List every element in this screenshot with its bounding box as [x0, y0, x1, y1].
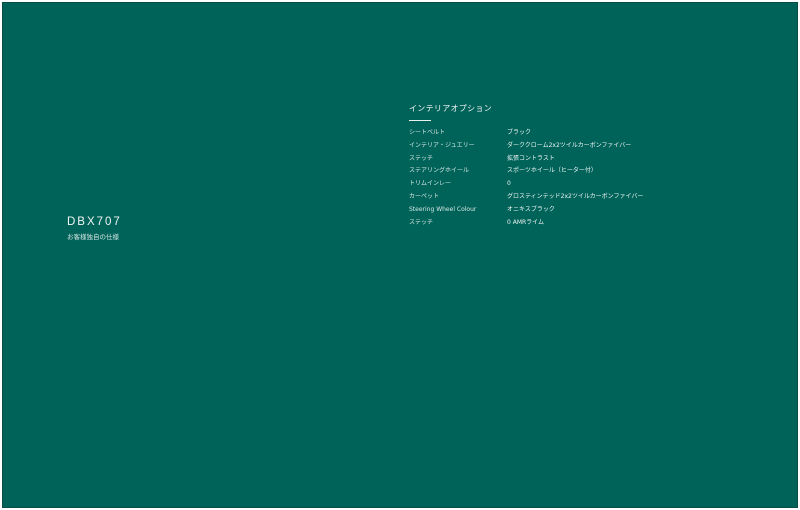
table-row: ステアリングホイール スポーツホイール（ヒーター付） — [409, 165, 643, 178]
option-value: 拡張コントラスト — [507, 154, 555, 162]
table-row: シートベルト ブラック — [409, 127, 643, 140]
option-value: ブラック — [507, 129, 532, 136]
table-row: Steering Wheel Colour オニキスブラック — [409, 204, 643, 217]
option-value: 0 AMRライム — [507, 218, 545, 226]
option-value: ダーククローム2x2ツイルカーボンファイバー — [507, 141, 632, 149]
option-label: トリムインレー — [409, 180, 452, 188]
option-label: ステアリングホイール — [409, 167, 470, 175]
table-row: トリムインレー 0 — [409, 178, 643, 191]
model-subtitle: お客様独自の仕様 — [67, 233, 119, 241]
interior-options-title: インテリアオプション — [409, 104, 492, 113]
table-row: ステッチ 拡張コントラスト — [409, 153, 643, 166]
specification-page: DBX707 お客様独自の仕様 インテリアオプション シートベルト ブラック イ… — [2, 2, 798, 508]
model-name: DBX707 — [67, 216, 122, 228]
option-value: オニキスブラック — [507, 205, 555, 213]
option-label: シートベルト — [409, 129, 446, 136]
option-label: ステッチ — [409, 218, 434, 226]
option-value: グロスティンテッド2x2ツイルカーボンファイバー — [507, 192, 644, 200]
table-row: カーペット グロスティンテッド2x2ツイルカーボンファイバー — [409, 191, 643, 204]
option-label: Steering Wheel Colour — [409, 205, 477, 213]
table-row: インテリア・ジュエリー ダーククローム2x2ツイルカーボンファイバー — [409, 140, 643, 153]
model-block: DBX707 お客様独自の仕様 — [67, 215, 122, 242]
option-label: インテリア・ジュエリー — [409, 141, 475, 149]
interior-options-section: インテリアオプション シートベルト ブラック インテリア・ジュエリー ダーククロ… — [409, 103, 709, 229]
option-label: カーペット — [409, 192, 440, 200]
option-value: 0 — [507, 180, 511, 188]
interior-options-table: シートベルト ブラック インテリア・ジュエリー ダーククローム2x2ツイルカーボ… — [409, 127, 643, 229]
option-label: ステッチ — [409, 154, 434, 162]
title-underline — [409, 120, 431, 121]
table-row: ステッチ 0 AMRライム — [409, 217, 643, 230]
option-value: スポーツホイール（ヒーター付） — [507, 167, 597, 175]
